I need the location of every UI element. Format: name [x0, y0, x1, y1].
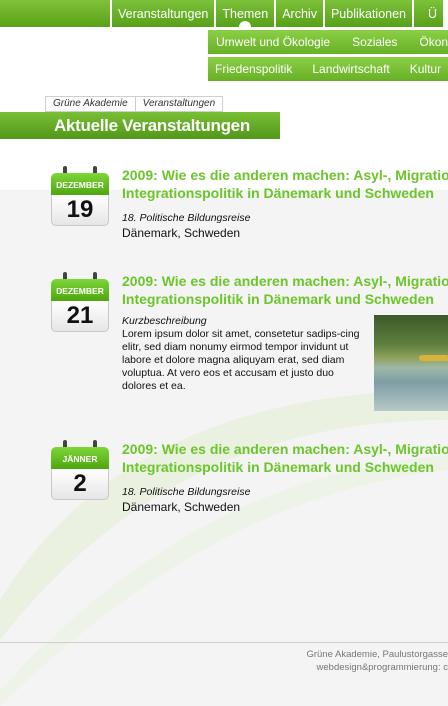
nav-more[interactable]: Ü	[414, 0, 444, 27]
calendar-day: 2	[51, 469, 109, 500]
event-subtitle: 18. Politische Bildungsreise	[122, 212, 251, 224]
calendar-day: 19	[51, 195, 109, 226]
event-short-description-label: Kurzbeschreibung	[122, 315, 207, 327]
breadcrumb-home[interactable]: Grüne Akademie	[46, 97, 135, 111]
event-title-line-2: Integrationspolitik in Dänemark und Schw…	[122, 459, 434, 475]
nav-left-bar	[0, 0, 110, 27]
event-title[interactable]: 2009: Wie es die anderen machen: Asyl-, …	[122, 440, 448, 476]
footer-address: Grüne Akademie, Paulustorgasse	[306, 649, 448, 660]
subnav-row-1: Umwelt und Ökologie Soziales Ökon	[208, 30, 448, 54]
boat-shape	[419, 355, 448, 361]
calendar-icon: DEZEMBER 21	[51, 272, 109, 333]
calendar-icon: JÄNNER 2	[51, 440, 109, 501]
subnav-landwirtschaft[interactable]: Landwirtschaft	[312, 57, 389, 81]
event-title[interactable]: 2009: Wie es die anderen machen: Asyl-, …	[122, 166, 448, 202]
footer: Grüne Akademie, Paulustorgasse webdesign…	[306, 648, 448, 674]
event-title-line-1: 2009: Wie es die anderen machen: Asyl-, …	[122, 167, 448, 183]
calendar-month: JÄNNER	[51, 447, 109, 469]
event-location: Dänemark, Schweden	[122, 226, 241, 240]
event-location: Dänemark, Schweden	[122, 500, 241, 514]
calendar-month: DEZEMBER	[51, 279, 109, 301]
subnav-soziales[interactable]: Soziales	[352, 30, 397, 54]
subnav-oekonomie[interactable]: Ökon	[419, 30, 448, 54]
event-description: Lorem ipsum dolor sit amet, consetetur s…	[122, 328, 360, 392]
event-title[interactable]: 2009: Wie es die anderen machen: Asyl-, …	[122, 272, 448, 308]
page-title: Aktuelle Veranstaltungen	[54, 116, 250, 135]
subnav-kultur[interactable]: Kultur	[410, 57, 441, 81]
footer-credits[interactable]: webdesign&programmierung: c	[306, 661, 448, 674]
calendar-icon: DEZEMBER 19	[51, 166, 109, 227]
subnav-row-2: Friedenspolitik Landwirtschaft Kultur	[208, 57, 448, 81]
nav-archiv[interactable]: Archiv	[276, 0, 323, 27]
calendar-day: 21	[51, 301, 109, 332]
event-title-line-2: Integrationspolitik in Dänemark und Schw…	[122, 291, 434, 307]
footer-divider	[0, 642, 448, 643]
page-title-bar: Aktuelle Veranstaltungen	[0, 112, 280, 139]
nav-publikationen[interactable]: Publikationen	[324, 0, 413, 27]
nav-veranstaltungen[interactable]: Veranstaltungen	[112, 0, 215, 27]
nav-themen-label: Themen	[222, 7, 269, 21]
subnav-friedenspolitik[interactable]: Friedenspolitik	[215, 57, 292, 81]
event-photo[interactable]	[374, 315, 448, 411]
main-navigation: Veranstaltungen Themen Archiv Publikatio…	[112, 0, 445, 33]
event-title-line-1: 2009: Wie es die anderen machen: Asyl-, …	[122, 273, 448, 289]
event-subtitle: 18. Politische Bildungsreise	[122, 486, 251, 498]
nav-themen[interactable]: Themen	[216, 0, 275, 33]
breadcrumb: Grüne Akademie Veranstaltungen	[45, 96, 224, 112]
subnav-umwelt[interactable]: Umwelt und Ökologie	[216, 30, 330, 54]
calendar-month: DEZEMBER	[51, 173, 109, 195]
event-title-line-1: 2009: Wie es die anderen machen: Asyl-, …	[122, 441, 448, 457]
event-title-line-2: Integrationspolitik in Dänemark und Schw…	[122, 185, 434, 201]
breadcrumb-current[interactable]: Veranstaltungen	[136, 97, 222, 111]
